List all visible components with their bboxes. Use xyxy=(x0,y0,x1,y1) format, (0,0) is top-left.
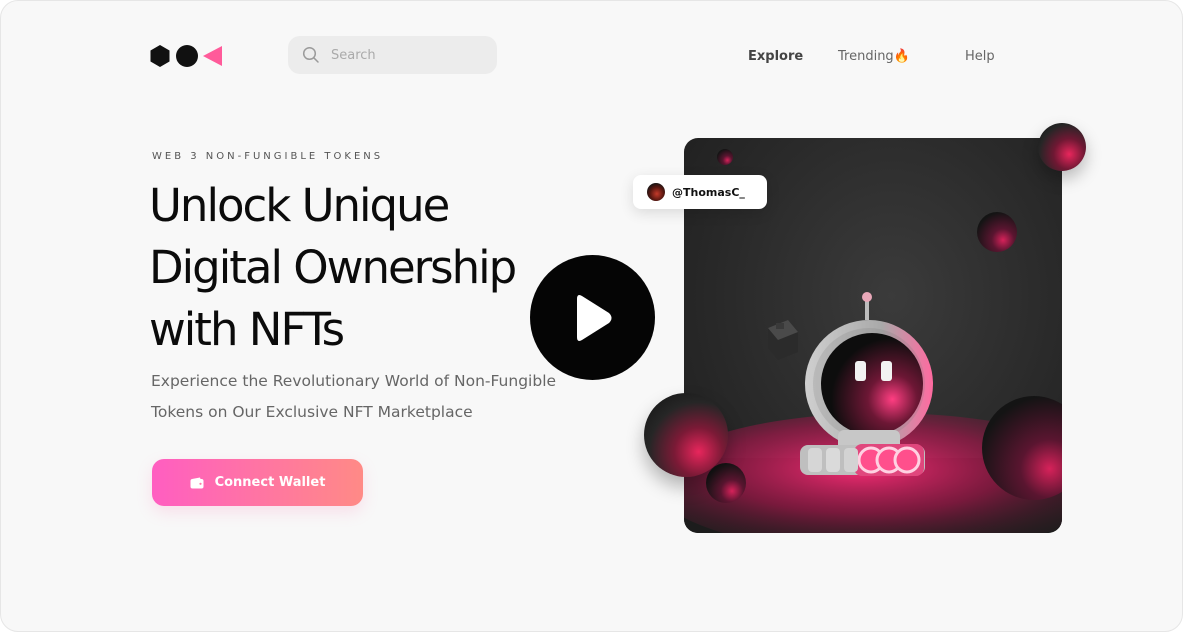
search-input[interactable] xyxy=(331,43,481,67)
creator-name: @ThomasC_ xyxy=(672,185,745,199)
hero-headline: Unlock Unique Digital Ownership with NFT… xyxy=(149,175,589,361)
decor-sphere xyxy=(1038,123,1086,171)
search-bar[interactable] xyxy=(288,36,497,74)
search-icon xyxy=(302,46,319,63)
robot-visor xyxy=(821,333,923,435)
decor-sphere xyxy=(717,149,733,165)
subtext-line: Tokens on Our Exclusive NFT Marketplace xyxy=(151,403,473,421)
logo-circle xyxy=(176,45,198,67)
creator-tag[interactable]: @ThomasC_ xyxy=(633,175,767,209)
subtext-line: Experience the Revolutionary World of No… xyxy=(151,372,557,390)
logo-hexagon xyxy=(150,45,170,67)
headline-line: Unlock Unique xyxy=(149,179,450,232)
headline-line: with NFTs xyxy=(149,303,345,356)
connect-wallet-button[interactable]: Connect Wallet xyxy=(152,459,363,506)
brand-logo[interactable] xyxy=(149,43,225,69)
decor-sphere xyxy=(644,393,728,477)
headline-line: Digital Ownership xyxy=(149,241,517,294)
hero-subtext: Experience the Revolutionary World of No… xyxy=(151,366,591,428)
nav-trending[interactable]: Trending🔥 xyxy=(838,49,910,65)
decor-sphere xyxy=(706,463,746,503)
nav-help[interactable]: Help xyxy=(965,49,995,65)
avatar xyxy=(647,183,665,201)
app-window: Explore Trending🔥 Help WEB 3 NON-FUNGIBL… xyxy=(0,0,1183,632)
nav-explore[interactable]: Explore xyxy=(748,49,803,65)
play-icon xyxy=(576,294,611,341)
play-video-button[interactable] xyxy=(530,255,655,380)
wallet-icon xyxy=(190,477,204,488)
logo-triangle xyxy=(203,46,222,66)
hero-eyebrow: WEB 3 NON-FUNGIBLE TOKENS xyxy=(152,151,384,162)
decor-sphere xyxy=(977,212,1017,252)
decor-cube xyxy=(768,320,798,360)
connect-wallet-label: Connect Wallet xyxy=(214,475,326,490)
